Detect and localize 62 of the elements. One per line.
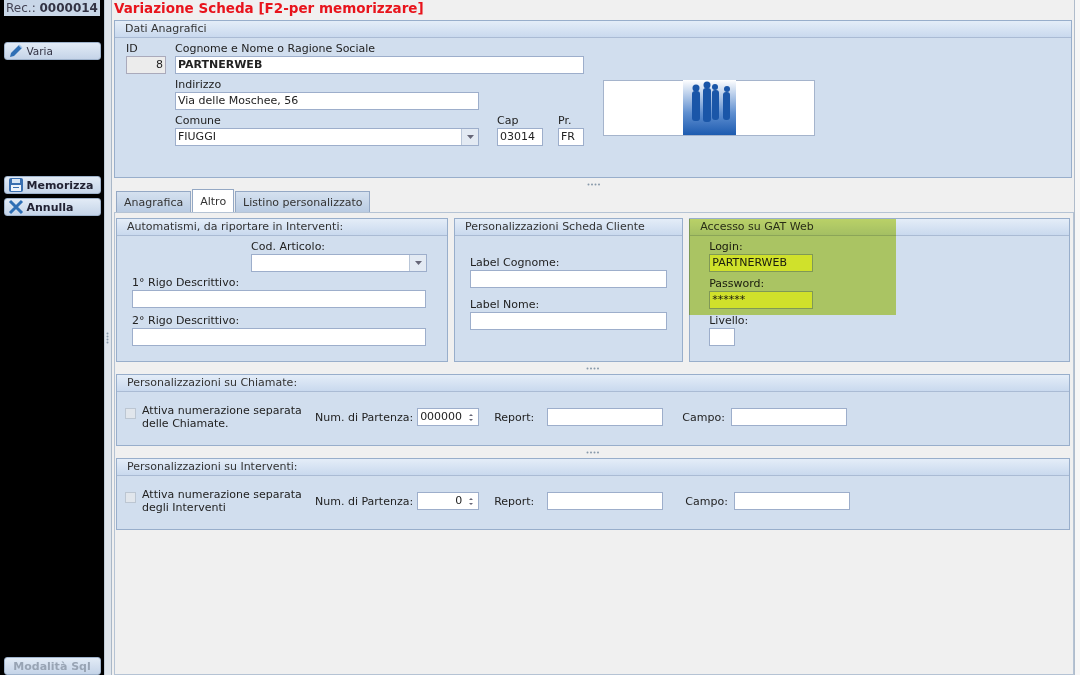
input-field[interactable]: 03014 <box>497 128 543 146</box>
panel-header: Automatismi, da riportare in Interventi: <box>117 219 447 236</box>
field-label: Password: <box>709 276 766 291</box>
field-label: Indirizzo <box>175 77 223 92</box>
field-label: Report: <box>494 410 535 424</box>
save-button[interactable]: Memorizza <box>3 176 101 194</box>
tab[interactable]: Anagrafica <box>116 191 192 212</box>
panel-header: Personalizzazioni su Interventi: <box>117 459 1069 476</box>
field-label: Login: <box>709 239 744 254</box>
input-field[interactable]: 8 <box>126 56 166 74</box>
tab[interactable]: Altro <box>192 189 235 212</box>
dropdown-field[interactable]: FIUGGI <box>175 128 479 146</box>
input-field[interactable]: Via delle Moschee, 56 <box>175 92 479 110</box>
field-label: Label Nome: <box>469 297 541 312</box>
field-label: Livello: <box>709 313 750 328</box>
input-field[interactable] <box>469 312 667 330</box>
panel-header: Personalizzazioni Scheda Cliente <box>454 219 683 236</box>
splitter-handle <box>586 450 600 454</box>
tab[interactable]: Listino personalizzato <box>235 191 371 212</box>
record-counter: Rec.: 0000014 <box>4 0 100 16</box>
field-label: Cod. Articolo: <box>251 239 327 254</box>
splitter-handle <box>587 182 601 186</box>
input-field[interactable] <box>730 408 847 426</box>
field-label: Cognome e Nome o Ragione Sociale <box>175 41 377 56</box>
input-field[interactable] <box>733 492 850 510</box>
field-label: Campo: <box>682 410 725 424</box>
field-label: Pr. <box>558 113 573 128</box>
spinner-arrows-icon <box>468 413 475 422</box>
field-label: Label Cognome: <box>469 255 561 270</box>
pencil-icon <box>7 43 24 59</box>
field-label: 2° Rigo Descrittivo: <box>132 313 241 328</box>
field-label: Cap <box>497 113 520 128</box>
field-label: Comune <box>175 113 222 128</box>
panel-header: Dati Anagrafici <box>115 21 1071 38</box>
dropdown-field[interactable] <box>251 254 427 272</box>
field-label: 1° Rigo Descrittivo: <box>132 275 241 290</box>
input-field[interactable] <box>547 492 664 510</box>
input-field[interactable]: PARTNERWEB <box>175 56 584 74</box>
panel-header: Personalizzazioni su Chiamate: <box>117 375 1069 392</box>
input-field[interactable] <box>132 290 426 308</box>
field-label: Report: <box>494 494 535 508</box>
spinner-arrows-icon <box>468 497 475 506</box>
number-field[interactable]: 000000 <box>417 408 480 426</box>
cancel-button[interactable]: Annulla <box>3 198 101 216</box>
field-label: Num. di Partenza: <box>315 494 414 508</box>
field-label: ID <box>126 41 139 56</box>
caret-icon <box>466 135 474 139</box>
number-field[interactable]: 0 <box>417 492 480 510</box>
input-field[interactable] <box>709 328 736 346</box>
page-title: Variazione Scheda [F2-per memorizzare] <box>114 0 425 18</box>
field-label: Campo: <box>685 494 728 508</box>
checkbox-label: Attiva numerazione separata delle Chiamate. <box>142 404 302 430</box>
cross-icon <box>7 199 24 215</box>
input-field[interactable] <box>469 270 667 288</box>
input-field[interactable]: FR <box>558 128 584 146</box>
field-label: Num. di Partenza: <box>315 410 414 424</box>
edit-button[interactable]: Varia <box>3 42 101 60</box>
caret-icon <box>414 261 422 265</box>
input-field[interactable] <box>132 328 426 346</box>
input-field[interactable] <box>547 408 664 426</box>
splitter-handle <box>586 366 600 370</box>
checkbox-label: Attiva numerazione separata degli Interventi <box>142 488 302 514</box>
